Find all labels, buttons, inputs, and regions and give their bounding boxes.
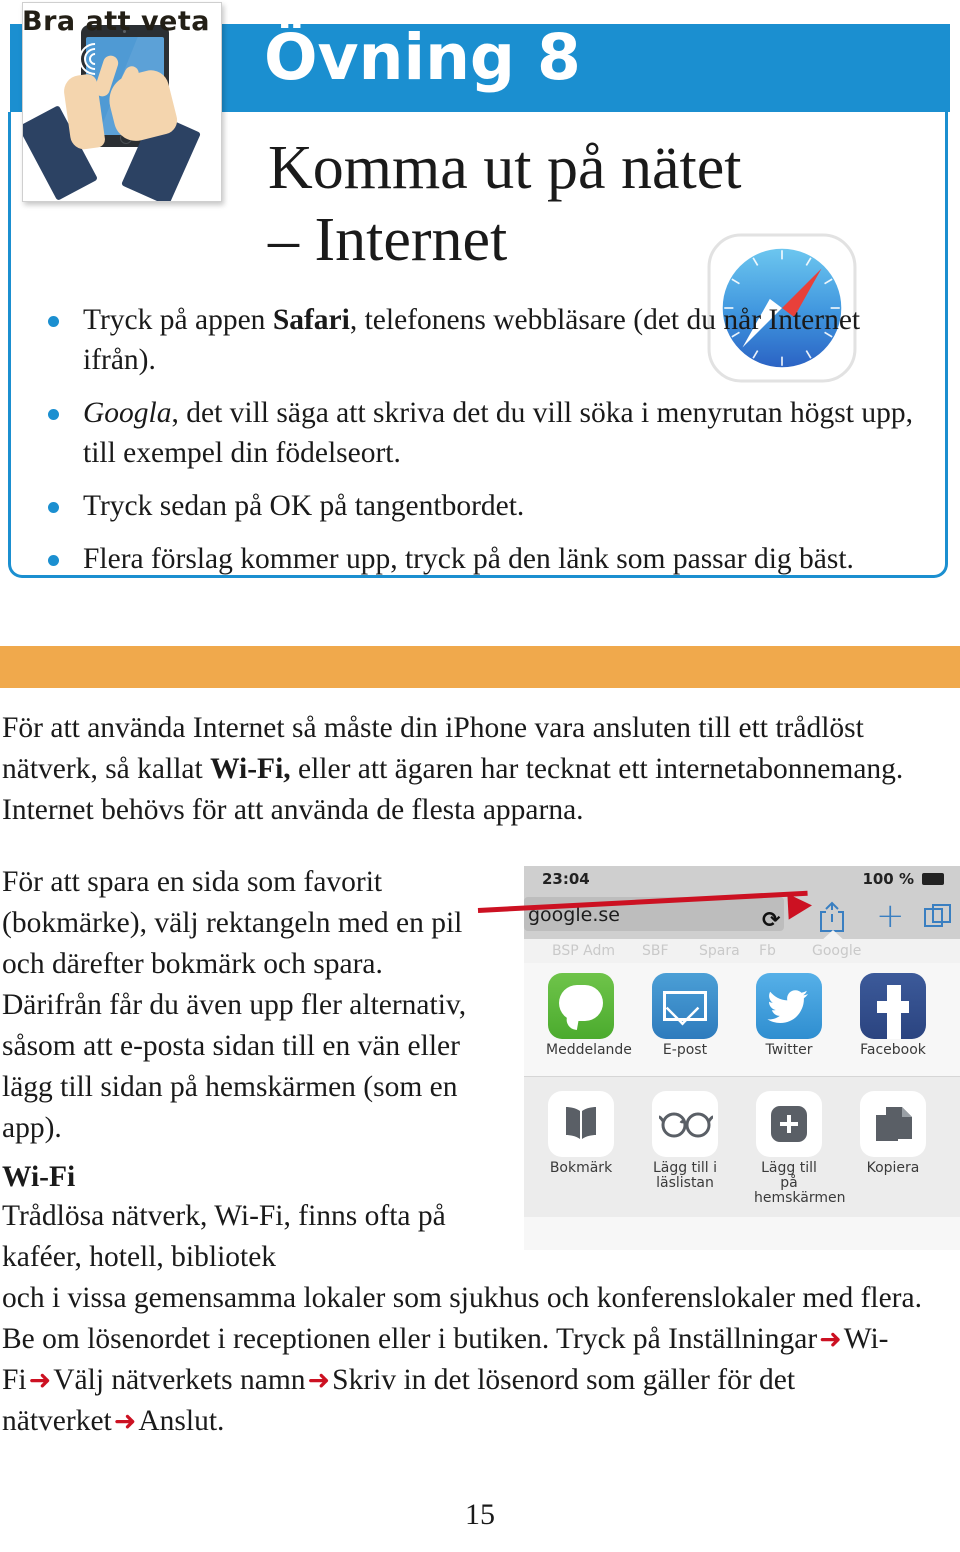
- share-app-facebook[interactable]: Facebook: [858, 973, 928, 1058]
- share-app-label: Twitter: [765, 1042, 813, 1058]
- bookmark-item[interactable]: SBF: [642, 943, 669, 959]
- wifi-step: Inställningar: [668, 1323, 818, 1355]
- page-number: 15: [465, 1498, 495, 1531]
- bookmark-item[interactable]: Google: [812, 943, 861, 959]
- bookmark-item[interactable]: Spara: [699, 943, 740, 959]
- share-app-label: Meddelande: [546, 1042, 632, 1058]
- share-action-label: Lägg till i läslistan: [652, 1160, 718, 1191]
- internet-requirements-paragraph: För att använda Internet så måste din iP…: [2, 708, 952, 831]
- share-app-twitter[interactable]: Twitter: [754, 973, 824, 1058]
- reload-icon[interactable]: ⟳: [762, 908, 780, 933]
- glasses-icon: [652, 1091, 718, 1157]
- status-bar-time: 23:04: [542, 870, 590, 888]
- step-arrow-icon: ➜: [819, 1324, 842, 1355]
- bullet-dot-icon: [48, 555, 59, 566]
- good-to-know-label: Bra att veta: [22, 6, 210, 37]
- bullet-text-italic: Googla: [83, 397, 172, 429]
- step-arrow-icon: ➜: [307, 1365, 331, 1396]
- tabs-icon[interactable]: [924, 903, 952, 931]
- list-item: Flera förslag kommer upp, tryck på den l…: [30, 539, 930, 579]
- list-item: Googla, det vill säga att skriva det du …: [30, 393, 930, 473]
- share-action-copy[interactable]: Kopiera: [858, 1091, 928, 1176]
- wifi-step: Anslut.: [138, 1405, 225, 1437]
- wifi-step: Välj nätverkets namn: [53, 1364, 306, 1396]
- battery-icon: [922, 873, 944, 885]
- book-icon: [548, 1091, 614, 1157]
- wifi-paragraph-b: och i vissa gemensamma lokaler som sjukh…: [2, 1278, 952, 1442]
- bullet-dot-icon: [48, 502, 59, 513]
- bullet-text-bold: Safari: [272, 304, 350, 336]
- bookmark-item[interactable]: Fb: [759, 943, 776, 959]
- share-action-add-to-home[interactable]: Lägg till på hemskärmen: [754, 1091, 846, 1206]
- wifi-heading: Wi-Fi: [2, 1161, 76, 1193]
- page-title-line-2: – Internet: [268, 206, 508, 274]
- bookmark-bar: BSP Adm SBF Spara Fb Google: [524, 939, 960, 963]
- bookmark-item[interactable]: BSP Adm: [552, 943, 615, 959]
- save-favorite-paragraph: För att spara en sida som favorit (bokmä…: [2, 866, 467, 1144]
- bullet-text-post: , det vill säga att skriva det du vill s…: [83, 397, 913, 469]
- exercise-label: Övning 8: [264, 21, 581, 94]
- share-app-mail[interactable]: E-post: [650, 973, 720, 1058]
- step-arrow-icon: ➜: [28, 1365, 52, 1396]
- status-bar-battery-percent: 100 %: [862, 870, 914, 888]
- share-app-messages[interactable]: Meddelande: [546, 973, 632, 1058]
- bullet-dot-icon: [48, 316, 59, 327]
- copy-icon: [860, 1091, 926, 1157]
- share-action-label: Lägg till på hemskärmen: [754, 1160, 846, 1206]
- good-to-know-banner: [0, 646, 960, 688]
- messages-icon: [548, 973, 614, 1039]
- list-item: Tryck på appen Safari, telefonens webblä…: [30, 300, 930, 380]
- bullet-text: Tryck sedan på OK på tangentbordet.: [83, 490, 525, 522]
- paragraph-bold-wifi: Wi-Fi,: [210, 753, 291, 785]
- mail-icon: [652, 973, 718, 1039]
- wifi-paragraph-a: Trådlösa nätverk, Wi-Fi, finns ofta på k…: [2, 1200, 446, 1273]
- red-annotation-arrow-head: [787, 892, 813, 920]
- share-app-label: E-post: [662, 1042, 708, 1058]
- plus-square-icon: [756, 1091, 822, 1157]
- share-action-label: Kopiera: [866, 1160, 920, 1176]
- share-apps-row: Meddelande E-post Twitter Facebook: [524, 963, 960, 1077]
- share-actions-row: Bokmärk Lägg till i läslistan Lägg till …: [524, 1077, 960, 1217]
- share-icon[interactable]: [817, 901, 847, 933]
- step-arrow-icon: ➜: [113, 1406, 137, 1437]
- share-action-label: Bokmärk: [549, 1160, 613, 1176]
- list-item: Tryck sedan på OK på tangentbordet.: [30, 486, 930, 526]
- page-title-line-1: Komma ut på nätet: [268, 134, 742, 202]
- bullet-text-pre: Tryck på appen: [83, 304, 273, 336]
- twitter-icon: [756, 973, 822, 1039]
- facebook-icon: [860, 973, 926, 1039]
- iphone-share-sheet-screenshot: 23:04 100 % google.se ⟳ + BSP Adm SBF Sp…: [524, 866, 960, 1250]
- bullet-text: Flera förslag kommer upp, tryck på den l…: [83, 543, 854, 575]
- plus-icon[interactable]: +: [876, 899, 905, 933]
- share-action-bookmark[interactable]: Bokmärk: [546, 1091, 616, 1176]
- instruction-bullet-list: Tryck på appen Safari, telefonens webblä…: [30, 300, 930, 592]
- share-sheet-notch: [820, 930, 846, 942]
- bullet-dot-icon: [48, 409, 59, 420]
- share-app-label: Facebook: [860, 1042, 926, 1058]
- share-action-reading-list[interactable]: Lägg till i läslistan: [650, 1091, 720, 1191]
